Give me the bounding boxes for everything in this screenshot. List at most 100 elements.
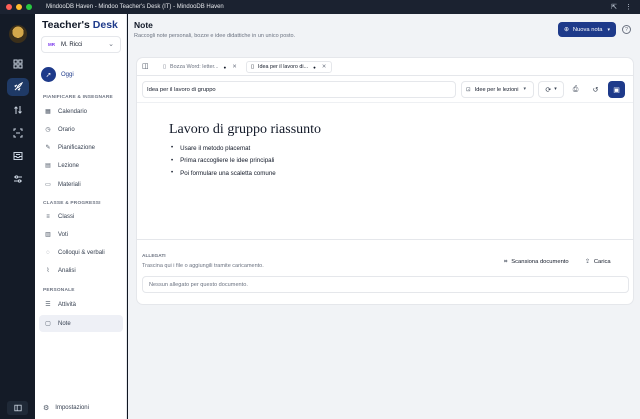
avatar: MR (48, 42, 55, 47)
close-window-button[interactable] (6, 4, 12, 10)
inbox-icon[interactable] (7, 147, 29, 165)
sync-button[interactable]: ⟳ ▾ (538, 81, 564, 98)
nav-item-colloqui[interactable]: ◌ Colloqui & verbali (39, 244, 123, 261)
section-title-personal: PERSONALE (43, 288, 75, 293)
app-logo (8, 25, 27, 43)
close-tab-icon[interactable]: ✕ (232, 64, 237, 70)
share-icon[interactable]: ⇱ (611, 3, 617, 11)
unsaved-dot-icon: ● (223, 64, 227, 70)
window-controls (6, 4, 32, 10)
nav-item-orario[interactable]: ◷ Orario (39, 121, 123, 138)
analytics-icon: ⌇ (46, 268, 50, 274)
window-title: MindooDB Haven - Mindoo Teacher's Desk (… (46, 4, 224, 10)
new-note-label: Nuova nota (572, 26, 603, 33)
nav-item-classi[interactable]: ≡ Classi (39, 208, 123, 225)
gear-icon: ⚙ (43, 405, 50, 412)
tab-label: Idea per il lavoro di... (258, 64, 309, 70)
nav-item-label: Classi (58, 213, 75, 220)
edit-icon: ✎ (45, 145, 51, 151)
tab-bozza-word[interactable]: ▯ Bozza Word: letter... ● ✕ (159, 61, 241, 73)
app-brand: Teacher's Desk (42, 19, 118, 31)
attachments-title: ALLEGATI (142, 254, 166, 259)
chevron-down-icon: ▾ (607, 26, 611, 33)
nav-item-note[interactable]: ▢ Note (39, 315, 123, 332)
tab-label: Bozza Word: letter... (170, 64, 219, 70)
attachments-dropzone[interactable]: Nessun allegato per questo documento. (142, 276, 629, 293)
transfer-icon[interactable] (7, 101, 29, 119)
brand-highlight: Desk (92, 19, 118, 31)
section-title-plan: PIANIFICARE & INSEGNARE (43, 95, 113, 100)
folder-icon: ▭ (45, 182, 51, 188)
more-icon[interactable]: ⋮ (625, 3, 632, 11)
minimize-window-button[interactable] (16, 4, 22, 10)
window-titlebar: MindooDB Haven - Mindoo Teacher's Desk (… (0, 0, 640, 14)
tab-idea-lavoro[interactable]: ▯ Idea per il lavoro di... ● ✕ (246, 61, 332, 73)
section-title-class: CLASSE & PROGRESSI (43, 201, 101, 206)
note-icon: ▢ (45, 321, 51, 327)
nav-item-voti[interactable]: ▥ Voti (39, 226, 123, 243)
panel-toggle-icon[interactable]: ◫ (142, 62, 149, 70)
page-subtitle: Raccogli note personali, bozze e idee di… (134, 33, 296, 39)
sync-icon: ⟳ (545, 86, 552, 94)
nav-item-label: Analisi (58, 267, 76, 274)
document-icon: ▯ (163, 64, 167, 70)
scan-icon: ⌗ (504, 258, 508, 265)
tag-icon: ⊡ (466, 86, 471, 93)
chevron-down-icon: ▾ (523, 87, 526, 92)
user-selector[interactable]: MR M. Ricci ⌄ (41, 36, 121, 53)
nav-item-label: Voti (58, 231, 69, 238)
nav-item-oggi[interactable]: ➚ Oggi (41, 67, 74, 82)
nav-item-label: Note (58, 320, 71, 327)
print-icon: ⎙ (572, 85, 579, 93)
calendar-icon: ▦ (45, 109, 51, 115)
attachments-hint: Trascina qui i file o aggiungili tramite… (142, 263, 264, 269)
rocket-icon[interactable] (6, 78, 29, 96)
scan-document-button[interactable]: ⌗ Scansiona documento (504, 256, 569, 268)
clock-icon: ◷ (45, 127, 51, 133)
category-select[interactable]: ⊡ Idee per le lezioni ▾ (461, 81, 534, 98)
nav-item-label: Oggi (61, 71, 74, 78)
nav-item-label: Attività (58, 301, 77, 308)
upload-button[interactable]: ⇪ Carica (585, 256, 611, 268)
unsaved-dot-icon: ● (313, 64, 316, 70)
nav-item-analisi[interactable]: ⌇ Analisi (39, 262, 123, 279)
document-editor[interactable]: Lavoro di gruppo riassunto Usare il meto… (137, 102, 633, 240)
new-note-button[interactable]: ⊕ Nuova nota ▾ (558, 22, 616, 37)
document-bullet-list: Usare il metodo placemat Prima raccoglie… (171, 142, 276, 180)
nav-item-attivita[interactable]: ☰ Attività (39, 296, 123, 313)
icon-rail (0, 14, 35, 419)
chat-icon: ◌ (46, 249, 50, 256)
print-button[interactable]: ⎙ (567, 81, 584, 98)
save-button[interactable]: ▣ (608, 81, 625, 98)
save-icon: ▣ (613, 86, 620, 94)
upload-icon: ⇪ (585, 259, 590, 265)
nav-item-label: Impostazioni (55, 405, 89, 411)
history-button[interactable]: ↺ (587, 81, 604, 98)
user-name: M. Ricci (61, 41, 83, 48)
plus-icon: ⊕ (564, 26, 569, 33)
nav-item-calendario[interactable]: ▦ Calendario (39, 103, 123, 120)
scan-icon[interactable] (7, 124, 29, 142)
rocket-icon: ➚ (41, 67, 56, 82)
nav-item-impostazioni[interactable]: ⚙ Impostazioni (43, 404, 89, 412)
nav-item-label: Orario (58, 126, 75, 133)
note-title-input[interactable]: Idea per il lavoro di gruppo (142, 81, 456, 98)
nav-item-pianificazione[interactable]: ✎ Pianificazione (39, 139, 123, 156)
brand-text: Teacher's (42, 19, 90, 31)
sliders-icon[interactable] (7, 170, 29, 188)
nav-item-lezione[interactable]: ▤ Lezione (39, 157, 123, 174)
sidebar-toggle-icon[interactable] (7, 401, 28, 415)
chevron-down-icon: ⌄ (108, 41, 114, 48)
dashboard-icon[interactable] (7, 55, 29, 73)
help-icon[interactable]: ? (622, 25, 631, 34)
page-title: Note (134, 20, 153, 30)
list-item: Prima raccogliere le idee principali (171, 155, 276, 168)
nav-item-materiali[interactable]: ▭ Materiali (39, 176, 123, 193)
document-icon: ▯ (251, 64, 255, 70)
checklist-icon: ☰ (45, 302, 51, 308)
nav-item-label: Lezione (58, 162, 80, 169)
bar-chart-icon: ▥ (45, 232, 51, 238)
file-icon: ▤ (45, 163, 51, 169)
close-tab-icon[interactable]: ✕ (322, 64, 327, 70)
maximize-window-button[interactable] (26, 4, 32, 10)
